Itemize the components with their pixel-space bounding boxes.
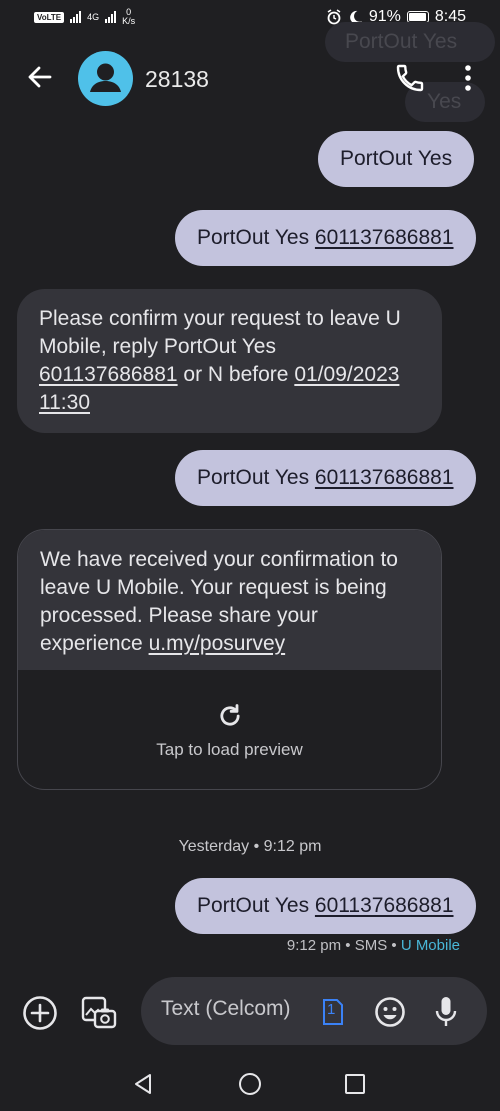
message-text: PortOut Yes: [197, 894, 315, 917]
refresh-icon: [219, 703, 240, 725]
meta-separator: •: [387, 937, 401, 954]
data-speed: 0 K/s: [122, 8, 135, 26]
conversation-header: 28138: [0, 42, 500, 114]
network-type: 4G: [87, 12, 100, 22]
message-meta: 9:12 pm • SMS • U Mobile: [287, 937, 460, 954]
navigation-bar: [0, 1058, 500, 1111]
message-text: or N before: [177, 363, 295, 386]
emoji-icon[interactable]: [374, 996, 406, 1028]
nav-home-icon[interactable]: [238, 1072, 262, 1096]
link-preview[interactable]: Tap to load preview: [18, 670, 441, 789]
phone-icon[interactable]: [394, 62, 426, 94]
contact-name: 28138: [145, 66, 209, 92]
message-time: 9:12 pm: [286, 937, 342, 954]
phone-number-link[interactable]: 601137686881: [315, 466, 454, 489]
gallery-camera-icon[interactable]: [80, 993, 118, 1031]
phone-number-link[interactable]: 601137686881: [39, 363, 178, 386]
person-icon: [90, 63, 121, 92]
phone-number-link[interactable]: 601137686881: [315, 226, 454, 249]
url-link[interactable]: u.my/posurvey: [149, 632, 286, 655]
back-arrow-icon[interactable]: [22, 60, 56, 94]
add-circle-icon[interactable]: [22, 995, 58, 1031]
date-separator: Yesterday • 9:12 pm: [178, 838, 322, 855]
compose-bar: 1: [141, 977, 487, 1045]
message-text: PortOut Yes: [197, 226, 315, 249]
message-bubble-incoming[interactable]: Please confirm your request to leave U M…: [17, 289, 442, 433]
message-bubble-outgoing[interactable]: PortOut Yes 601137686881: [175, 450, 476, 506]
nav-back-icon[interactable]: [131, 1072, 155, 1096]
load-preview-label: Tap to load preview: [156, 739, 303, 759]
meta-separator: •: [341, 937, 355, 954]
message-body: We have received your confirmation to le…: [18, 530, 441, 670]
message-text: PortOut Yes: [340, 147, 453, 170]
more-vert-icon[interactable]: [458, 62, 478, 94]
phone-number-link[interactable]: 601137686881: [315, 894, 454, 917]
message-type: SMS: [354, 937, 388, 954]
signal-icon-2: [105, 11, 117, 23]
sim-number: 1: [327, 1001, 336, 1018]
message-input[interactable]: [161, 997, 311, 1021]
nav-recents-icon[interactable]: [344, 1073, 366, 1095]
speed-unit: K/s: [122, 16, 136, 26]
signal-icon: [70, 11, 82, 23]
message-bubble-outgoing[interactable]: PortOut Yes: [318, 131, 475, 187]
mic-icon[interactable]: [434, 995, 458, 1029]
message-bubble-incoming-with-preview[interactable]: We have received your confirmation to le…: [17, 529, 442, 790]
message-bubble-outgoing[interactable]: PortOut Yes 601137686881: [175, 210, 476, 266]
message-text: Please confirm your request to leave U M…: [39, 307, 401, 358]
volte-badge: VoLTE: [34, 11, 65, 23]
avatar[interactable]: [78, 51, 133, 106]
message-text: PortOut Yes: [197, 466, 315, 489]
status-left: VoLTE 4G 0 K/s: [34, 8, 135, 26]
carrier-name: U Mobile: [400, 937, 460, 954]
message-bubble-outgoing[interactable]: PortOut Yes 601137686881: [175, 878, 476, 934]
